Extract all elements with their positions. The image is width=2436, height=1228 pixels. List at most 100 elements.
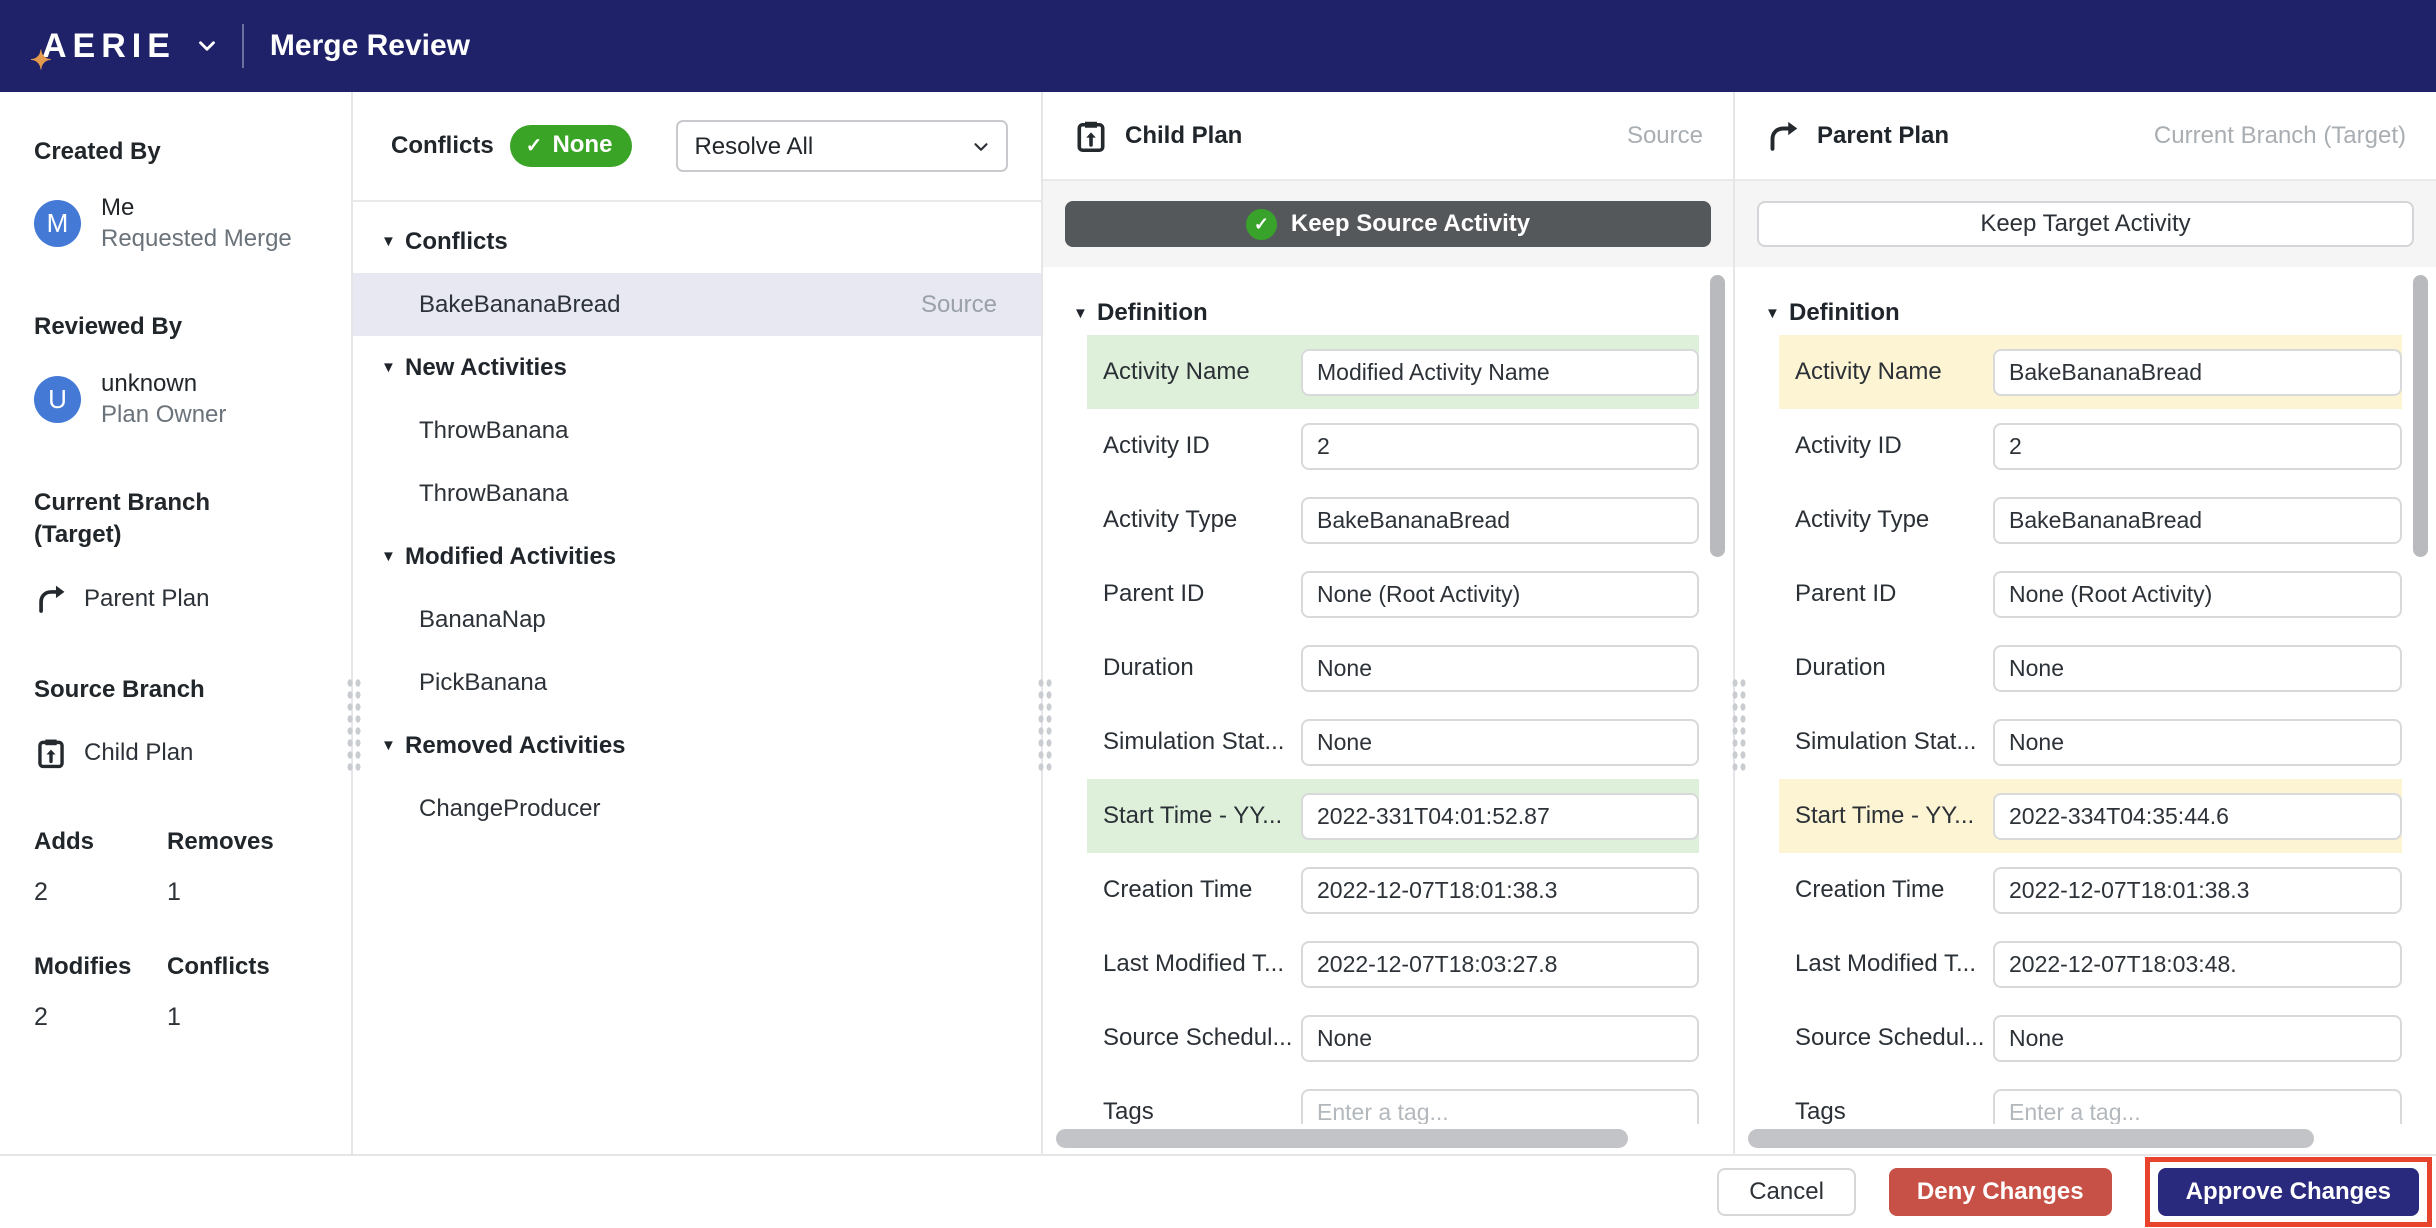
activity-name: PickBanana — [419, 669, 547, 697]
target-panel-header: Parent Plan Current Branch (Target) — [1735, 92, 2436, 181]
field-input[interactable] — [1301, 423, 1699, 470]
merge-review-sidebar: Created By M Me Requested Merge Reviewed… — [0, 92, 353, 1154]
conflicts-label: Conflicts — [391, 132, 494, 160]
field-input[interactable] — [1301, 719, 1699, 766]
collapse-triangle-icon: ▼ — [1073, 305, 1097, 322]
panel-title: Child Plan — [1125, 122, 1242, 150]
field-label: Duration — [1779, 654, 1993, 682]
approve-changes-button[interactable]: Approve Changes — [2158, 1168, 2419, 1216]
field-input[interactable] — [1993, 645, 2402, 692]
definition-section-header[interactable]: ▼ Definition — [1735, 291, 2436, 335]
sidebar-resize-handle[interactable] — [346, 677, 362, 773]
field-input[interactable] — [1993, 1089, 2402, 1125]
definition-row: Source Schedul... — [1087, 1001, 1699, 1075]
top-navbar: AERIE✦ Merge Review — [0, 0, 2436, 92]
stat-conflicts: Conflicts 1 — [167, 953, 331, 1032]
check-circle-icon: ✓ — [1246, 209, 1277, 240]
activity-name: ThrowBanana — [419, 417, 568, 445]
field-label: Activity Type — [1087, 506, 1301, 534]
definition-row: Last Modified T... — [1087, 927, 1699, 1001]
field-input[interactable] — [1993, 349, 2402, 396]
current-branch-heading: Current Branch (Target) — [34, 487, 244, 552]
panel-subtitle: Source — [1627, 122, 1703, 150]
stat-removes: Removes 1 — [167, 828, 331, 907]
field-input[interactable] — [1301, 867, 1699, 914]
keep-target-activity-button[interactable]: Keep Target Activity — [1757, 201, 2414, 247]
panels-resize-handle[interactable] — [1731, 677, 1747, 773]
tree-section-conflicts[interactable]: ▼ Conflicts — [353, 210, 1041, 273]
approve-annotation-highlight: Approve Changes — [2145, 1157, 2432, 1227]
field-label: Source Schedul... — [1087, 1024, 1301, 1052]
field-input[interactable] — [1301, 571, 1699, 618]
horizontal-scrollbar[interactable] — [1056, 1129, 1628, 1148]
definition-row: Tags — [1779, 1075, 2402, 1124]
field-input[interactable] — [1993, 941, 2402, 988]
field-input[interactable] — [1993, 719, 2402, 766]
plan-clipboard-icon — [34, 736, 68, 770]
tree-item[interactable]: ThrowBanana — [353, 399, 1041, 462]
collapse-triangle-icon: ▼ — [1765, 305, 1789, 322]
keep-source-activity-button[interactable]: ✓ Keep Source Activity — [1065, 201, 1711, 247]
field-input[interactable] — [1993, 793, 2402, 840]
horizontal-scrollbar[interactable] — [1748, 1129, 2314, 1148]
panel-title: Parent Plan — [1817, 122, 1949, 150]
field-input[interactable] — [1993, 571, 2402, 618]
field-label: Activity ID — [1087, 432, 1301, 460]
resolve-all-select[interactable]: Resolve All — [676, 120, 1008, 172]
tree-section-new-activities[interactable]: ▼ New Activities — [353, 336, 1041, 399]
field-label: Parent ID — [1087, 580, 1301, 608]
field-label: Start Time - YY... — [1087, 802, 1301, 830]
chevron-down-icon[interactable] — [194, 33, 220, 59]
source-plan-panel: Child Plan Source ✓ Keep Source Activity… — [1043, 92, 1735, 1154]
deny-changes-button[interactable]: Deny Changes — [1889, 1168, 2112, 1216]
field-label: Tags — [1779, 1098, 1993, 1124]
tree-item[interactable]: ChangeProducer — [353, 777, 1041, 840]
definition-row: Parent ID — [1087, 557, 1699, 631]
tree-item[interactable]: ThrowBanana — [353, 462, 1041, 525]
tree-item[interactable]: BakeBananaBread Source — [353, 273, 1041, 336]
field-input[interactable] — [1301, 349, 1699, 396]
activity-name: BakeBananaBread — [419, 291, 621, 319]
field-label: Last Modified T... — [1779, 950, 1993, 978]
source-panel-header: Child Plan Source — [1043, 92, 1733, 181]
field-input[interactable] — [1301, 793, 1699, 840]
nav-divider — [242, 24, 244, 68]
definition-row: Activity ID — [1087, 409, 1699, 483]
field-input[interactable] — [1993, 867, 2402, 914]
field-label: Tags — [1087, 1098, 1301, 1124]
source-action-strip: ✓ Keep Source Activity — [1043, 181, 1733, 267]
tree-item[interactable]: PickBanana — [353, 651, 1041, 714]
merge-arrow-icon — [34, 582, 68, 616]
definition-row: Creation Time — [1779, 853, 2402, 927]
field-label: Parent ID — [1779, 580, 1993, 608]
field-input[interactable] — [1993, 423, 2402, 470]
field-input[interactable] — [1301, 941, 1699, 988]
cancel-button[interactable]: Cancel — [1717, 1168, 1856, 1216]
collapse-triangle-icon: ▼ — [381, 737, 405, 754]
definition-section-header[interactable]: ▼ Definition — [1043, 291, 1733, 335]
tree-resize-handle[interactable] — [1037, 677, 1053, 773]
created-by-heading: Created By — [34, 136, 331, 168]
field-input[interactable] — [1301, 645, 1699, 692]
tree-item[interactable]: BananaNap — [353, 588, 1041, 651]
field-input[interactable] — [1993, 497, 2402, 544]
reviewed-by-user: U unknown Plan Owner — [34, 370, 331, 429]
target-plan-panel: Parent Plan Current Branch (Target) Keep… — [1735, 92, 2436, 1154]
definition-row: Activity Type — [1779, 483, 2402, 557]
field-input[interactable] — [1301, 1015, 1699, 1062]
field-input[interactable] — [1301, 497, 1699, 544]
conflicts-none-badge: ✓ None — [510, 125, 633, 167]
collapse-triangle-icon: ▼ — [381, 548, 405, 565]
app-logo[interactable]: AERIE✦ — [36, 27, 220, 66]
vertical-scrollbar[interactable] — [1710, 275, 1725, 557]
field-input[interactable] — [1301, 1089, 1699, 1125]
changes-tree-panel: Conflicts ✓ None Resolve All ▼ — [353, 92, 1043, 1154]
tree-section-modified-activities[interactable]: ▼ Modified Activities — [353, 525, 1041, 588]
definition-row: Activity ID — [1779, 409, 2402, 483]
merge-arrow-icon — [1765, 118, 1801, 154]
vertical-scrollbar[interactable] — [2413, 275, 2428, 557]
field-input[interactable] — [1993, 1015, 2402, 1062]
tree-section-removed-activities[interactable]: ▼ Removed Activities — [353, 714, 1041, 777]
definition-row: Activity Type — [1087, 483, 1699, 557]
plan-clipboard-icon — [1073, 118, 1109, 154]
